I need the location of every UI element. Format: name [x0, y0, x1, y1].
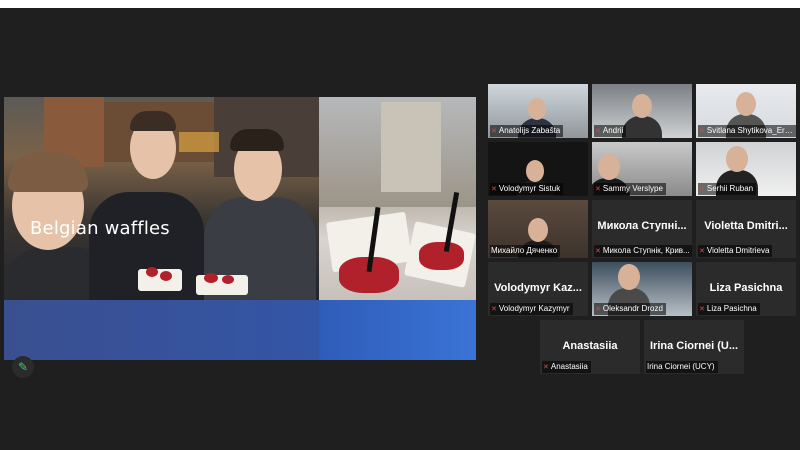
participant-name: Oleksandr Drozd: [602, 304, 663, 313]
mic-off-icon: ✕: [595, 248, 601, 255]
participant-name-label: ✕ Anastasiia: [542, 361, 591, 373]
participant-name-label: Irina Ciornei (UCY): [646, 361, 718, 373]
photo-selfie: [4, 97, 319, 307]
participant-head: [736, 92, 756, 116]
participant-tile[interactable]: ✕ Andrii: [592, 84, 692, 138]
participant-tile[interactable]: ✕ Oleksandr Drozd: [592, 262, 692, 316]
mic-off-icon: ✕: [543, 364, 549, 371]
participant-tile[interactable]: Михайло Дяченко: [488, 200, 588, 258]
participant-name: Anatolijs Zabašta: [498, 126, 561, 135]
photo-waffles: [319, 97, 476, 300]
participant-head: [526, 160, 544, 182]
participant-name-label: ✕ Микола Ступнік, Крив...: [594, 245, 692, 257]
participant-name-label: Михайло Дяченко: [490, 245, 561, 257]
mic-off-icon: ✕: [699, 306, 705, 313]
participant-tile[interactable]: Anastasiia ✕ Anastasiia: [540, 320, 640, 374]
participant-name: Andrii: [602, 126, 624, 135]
caption-band: [4, 300, 476, 360]
participant-tile[interactable]: Liza Pasichna ✕ Liza Pasichna: [696, 262, 796, 316]
window-top-bar: [0, 0, 800, 8]
participant-head: [528, 218, 548, 242]
participant-display-name: Микола Ступні...: [597, 220, 687, 232]
participant-tile[interactable]: ✕ Anatolijs Zabašta: [488, 84, 588, 138]
mic-off-icon: ✕: [491, 186, 497, 193]
participant-name-label: ✕ Sammy Verslype: [594, 183, 666, 195]
mic-off-icon: ✕: [699, 186, 705, 193]
participant-display-name: Irina Ciornei (U...: [649, 340, 738, 352]
participant-name: Irina Ciornei (UCY): [647, 362, 715, 371]
participant-name: Volodymyr Sistuk: [498, 184, 561, 193]
mic-off-icon: ✕: [491, 128, 497, 135]
participant-display-name: Anastasiia: [562, 340, 618, 352]
participant-name-label: ✕ Svitlana Shytikova_Era...: [698, 125, 796, 137]
participant-name: Violetta Dmitrieva: [706, 246, 770, 255]
participant-head: [528, 98, 546, 120]
participant-tile[interactable]: ✕ Serhii Ruban: [696, 142, 796, 196]
slide-caption: Belgian waffles: [30, 218, 170, 239]
mic-off-icon: ✕: [491, 306, 497, 313]
participant-name: Volodymyr Kazymyr: [498, 304, 570, 313]
participant-name: Serhii Ruban: [706, 184, 754, 193]
participant-tile[interactable]: Микола Ступні... ✕ Микола Ступнік, Крив...: [592, 200, 692, 258]
participant-name-label: ✕ Volodymyr Kazymyr: [490, 303, 573, 315]
participant-name: Sammy Verslype: [602, 184, 663, 193]
participant-name-label: ✕ Oleksandr Drozd: [594, 303, 666, 315]
participant-tile[interactable]: Volodymyr Kaz... ✕ Volodymyr Kazymyr: [488, 262, 588, 316]
participant-display-name: Volodymyr Kaz...: [494, 282, 582, 294]
participant-name: Liza Pasichna: [706, 304, 757, 313]
participant-name-label: ✕ Anatolijs Zabašta: [490, 125, 564, 137]
participant-name-label: ✕ Andrii: [594, 125, 627, 137]
mic-off-icon: ✕: [595, 186, 601, 193]
pen-icon[interactable]: ✎: [12, 356, 34, 378]
participant-tile[interactable]: ✕ Sammy Verslype: [592, 142, 692, 196]
mic-off-icon: ✕: [595, 128, 601, 135]
mic-off-icon: ✕: [595, 306, 601, 313]
participant-name-label: ✕ Violetta Dmitrieva: [698, 245, 773, 257]
participant-name: Svitlana Shytikova_Era...: [706, 126, 796, 135]
participant-display-name: Liza Pasichna: [709, 282, 783, 294]
participant-tile[interactable]: ✕ Volodymyr Sistuk: [488, 142, 588, 196]
participant-head: [632, 94, 652, 118]
participant-display-name: Violetta Dmitri...: [704, 220, 788, 232]
participant-name-label: ✕ Liza Pasichna: [698, 303, 760, 315]
participant-name-label: ✕ Volodymyr Sistuk: [490, 183, 564, 195]
participant-name: Микола Ступнік, Крив...: [602, 246, 690, 255]
participant-tile[interactable]: ✕ Svitlana Shytikova_Era...: [696, 84, 796, 138]
participant-name: Anastasiia: [550, 362, 588, 371]
participant-name-label: ✕ Serhii Ruban: [698, 183, 757, 195]
mic-off-icon: ✕: [699, 248, 705, 255]
mic-off-icon: ✕: [699, 128, 705, 135]
participant-tile[interactable]: Irina Ciornei (U... Irina Ciornei (UCY): [644, 320, 744, 374]
participant-name: Михайло Дяченко: [491, 246, 558, 255]
participant-tile[interactable]: Violetta Dmitri... ✕ Violetta Dmitrieva: [696, 200, 796, 258]
